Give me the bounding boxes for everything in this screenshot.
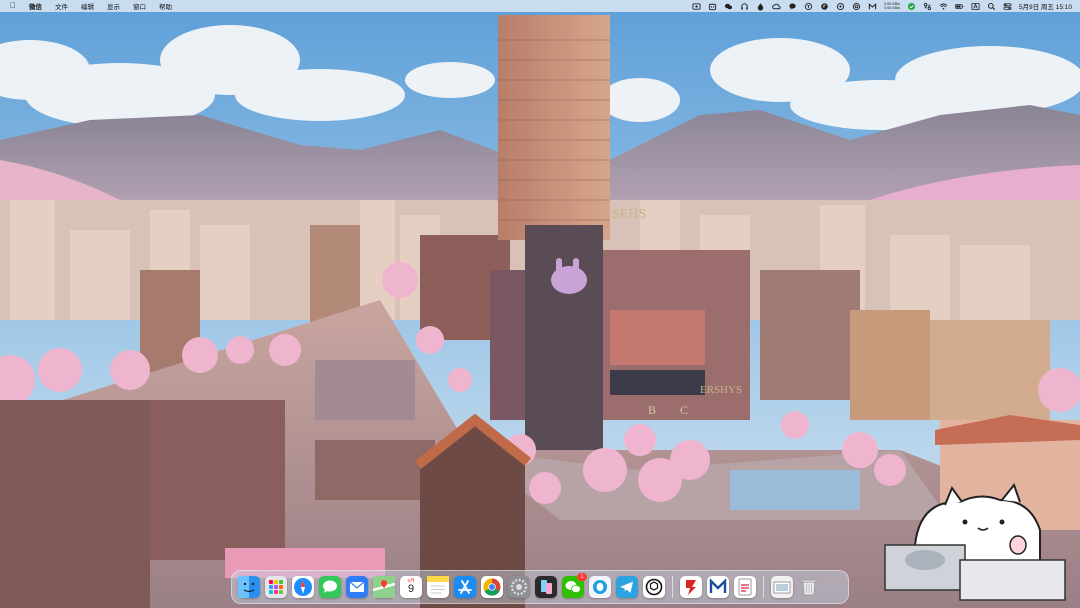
dock-chrome-icon[interactable] bbox=[481, 576, 503, 598]
sign-sehs: SEHS bbox=[612, 207, 646, 222]
dock-calendar-icon[interactable]: 5月 9 bbox=[400, 576, 422, 598]
input-method-icon[interactable] bbox=[971, 2, 980, 11]
dock-chatgpt-icon[interactable] bbox=[643, 576, 665, 598]
dock-separator bbox=[763, 576, 764, 598]
menu-window[interactable]: 窗口 bbox=[133, 1, 146, 11]
vpn-icon[interactable] bbox=[907, 2, 916, 11]
wifi-icon[interactable] bbox=[939, 2, 948, 11]
dock-launchpad-icon[interactable] bbox=[265, 576, 287, 598]
dock-notes-icon[interactable] bbox=[427, 576, 449, 598]
calendar-day: 9 bbox=[407, 583, 415, 595]
cloud-icon[interactable] bbox=[772, 2, 781, 11]
dock-mail-icon[interactable] bbox=[346, 576, 368, 598]
dock-qq-icon[interactable] bbox=[589, 576, 611, 598]
dock-maps-icon[interactable] bbox=[373, 576, 395, 598]
network-speed[interactable]: 0.00 KB/s 0.00 KB/s bbox=[884, 2, 900, 10]
dock-finder-icon[interactable] bbox=[238, 576, 260, 598]
apple-menu-icon[interactable]:  bbox=[10, 2, 16, 10]
screen-record-icon[interactable] bbox=[692, 2, 701, 11]
control-center-icon[interactable] bbox=[1003, 2, 1012, 11]
dock-flomo-icon[interactable] bbox=[680, 576, 702, 598]
drop-icon[interactable] bbox=[756, 2, 765, 11]
svg-text:C: C bbox=[680, 403, 688, 417]
gmail-icon[interactable] bbox=[868, 2, 877, 11]
link-icon[interactable] bbox=[923, 2, 932, 11]
download-speed: 0.00 KB/s bbox=[884, 6, 900, 10]
battery-icon[interactable] bbox=[954, 2, 964, 11]
sign-ershys: ERSHYS bbox=[700, 384, 742, 396]
dock-m-app-icon[interactable] bbox=[707, 576, 729, 598]
dock-system-settings-icon[interactable] bbox=[508, 576, 530, 598]
target-icon[interactable] bbox=[852, 2, 861, 11]
dock-separator bbox=[672, 576, 673, 598]
dock-telegram-icon[interactable] bbox=[616, 576, 638, 598]
dock-app-store-icon[interactable] bbox=[454, 576, 476, 598]
translate-icon[interactable] bbox=[804, 2, 813, 11]
headphone-icon[interactable] bbox=[740, 2, 749, 11]
wechat-unread-badge: 1 bbox=[577, 573, 587, 581]
menu-app-name[interactable]: 微信 bbox=[29, 1, 42, 11]
spotlight-search-icon[interactable] bbox=[987, 2, 996, 11]
dock-mobile-devices-icon[interactable] bbox=[535, 576, 557, 598]
dock-wechat-icon[interactable]: 1 bbox=[562, 573, 587, 598]
wechat-menubar-icon[interactable] bbox=[724, 2, 733, 11]
menubar-clock[interactable]: 5月9日 周五 15:10 bbox=[1019, 1, 1072, 11]
menu-help[interactable]: 帮助 bbox=[159, 1, 172, 11]
svg-text:B: B bbox=[648, 403, 656, 417]
dock: 5月 9 1 bbox=[231, 570, 849, 604]
bot-icon[interactable] bbox=[708, 2, 717, 11]
menu-view[interactable]: 显示 bbox=[107, 1, 120, 11]
dock-preview-icon[interactable] bbox=[771, 576, 793, 598]
dock-pdf-app-icon[interactable] bbox=[734, 576, 756, 598]
menu-file[interactable]: 文件 bbox=[55, 1, 68, 11]
menu-edit[interactable]: 编辑 bbox=[81, 1, 94, 11]
menu-bar:  微信 文件 编辑 显示 窗口 帮助 bbox=[0, 0, 1080, 12]
openai-icon[interactable] bbox=[836, 2, 845, 11]
chat-icon[interactable] bbox=[788, 2, 797, 11]
dock-trash-icon[interactable] bbox=[798, 576, 820, 598]
dock-messages-icon[interactable] bbox=[319, 576, 341, 598]
music-icon[interactable] bbox=[820, 2, 829, 11]
dock-safari-icon[interactable] bbox=[292, 576, 314, 598]
desktop-wallpaper: SEHS ERSHYS B C bbox=[0, 0, 1080, 608]
